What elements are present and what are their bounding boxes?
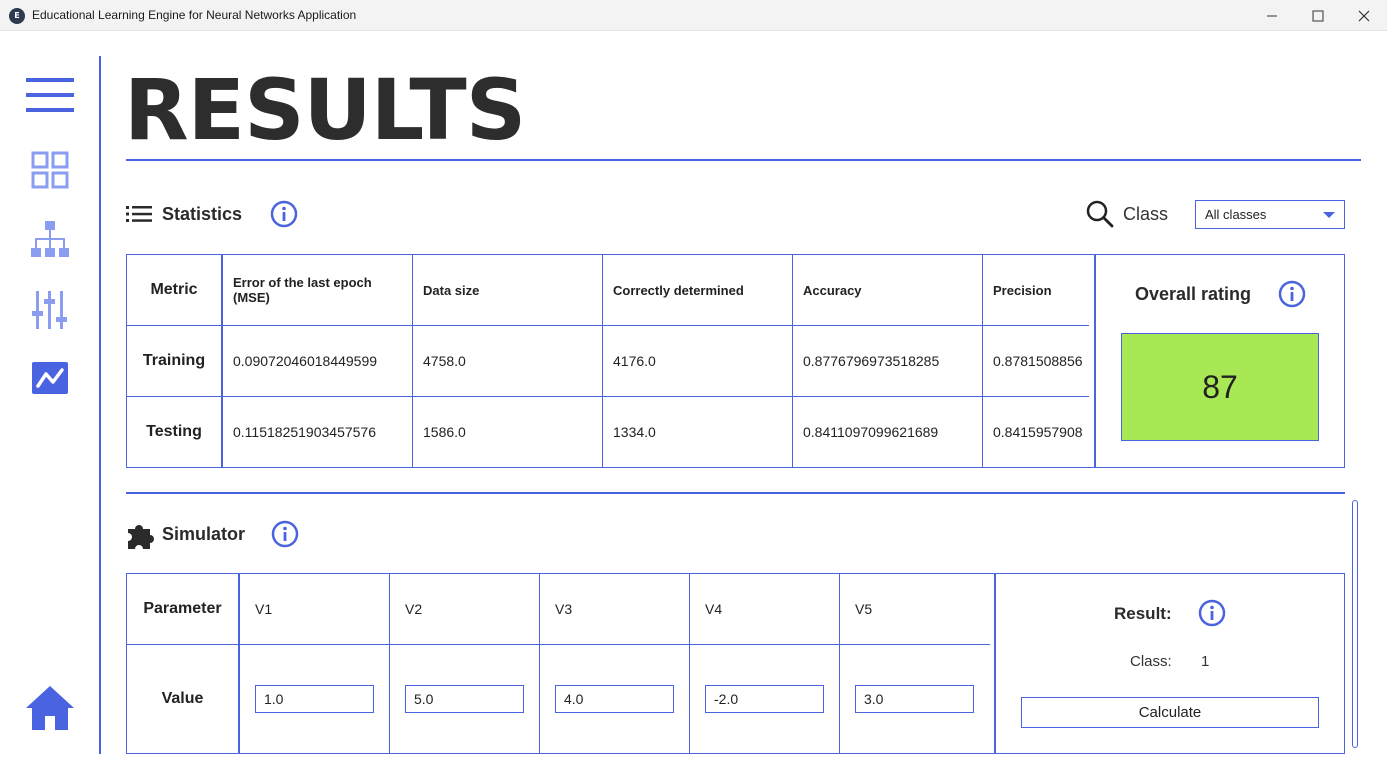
result-info-icon[interactable]: [1198, 599, 1226, 627]
sidebar-item-network[interactable]: [31, 221, 69, 263]
row-label-training: Training: [142, 352, 206, 369]
testing-accuracy: 0.8411097099621689: [803, 424, 939, 440]
chevron-down-icon: [1323, 212, 1335, 218]
table-header-precision: Precision: [993, 282, 1052, 298]
table-header-metric: Metric: [150, 281, 198, 298]
class-filter-value: All classes: [1205, 207, 1267, 222]
page-title: RESULTS: [124, 61, 526, 159]
training-mse: 0.09072046018449599: [233, 353, 378, 369]
sidebar-item-menu[interactable]: [26, 78, 74, 116]
simulator-value-header: Value: [161, 690, 204, 707]
sidebar-item-settings[interactable]: [32, 291, 68, 333]
simulator-info-icon[interactable]: [271, 520, 299, 548]
search-icon[interactable]: [1086, 200, 1114, 228]
network-tree-icon: [31, 221, 69, 257]
table-divider: [792, 254, 793, 468]
table-header-mse: Error of the last epoch (MSE): [233, 275, 372, 305]
sidebar-item-home[interactable]: [26, 684, 74, 736]
list-icon: [126, 206, 152, 222]
home-icon: [26, 686, 74, 730]
value-input-v1[interactable]: [255, 685, 374, 713]
overall-rating-value: 87: [1121, 333, 1319, 441]
table-divider: [539, 573, 540, 754]
overall-rating-label: Overall rating: [1135, 284, 1252, 304]
testing-data-size: 1586.0: [423, 424, 466, 440]
training-correct: 4176.0: [613, 353, 656, 369]
table-divider: [689, 573, 690, 754]
sidebar-item-dashboard[interactable]: [31, 151, 69, 193]
table-divider: [221, 254, 223, 468]
testing-correct: 1334.0: [613, 424, 656, 440]
simulator-parameter-header: Parameter: [143, 600, 222, 617]
table-header-correct: Correctly determined: [613, 282, 744, 298]
class-filter-label: Class: [1123, 204, 1169, 224]
row-label-testing: Testing: [146, 423, 202, 440]
param-v3: V3: [555, 601, 573, 617]
training-data-size: 4758.0: [423, 353, 466, 369]
param-v5: V5: [855, 601, 873, 617]
table-header-data-size: Data size: [423, 282, 480, 298]
table-divider: [1094, 254, 1096, 468]
chart-line-icon: [32, 362, 68, 394]
param-v1: V1: [255, 601, 273, 617]
testing-precision: 0.8415957908: [993, 424, 1083, 440]
maximize-icon: [1312, 10, 1324, 22]
table-header-accuracy: Accuracy: [803, 282, 862, 298]
class-filter-select[interactable]: All classes: [1195, 200, 1345, 229]
sidebar-divider: [99, 56, 101, 754]
grid-icon: [31, 151, 69, 189]
close-icon: [1358, 10, 1370, 22]
maximize-button[interactable]: [1295, 0, 1341, 31]
table-divider: [602, 254, 603, 468]
table-divider: [839, 573, 840, 754]
testing-mse: 0.11518251903457576: [233, 424, 377, 440]
table-divider: [126, 644, 990, 645]
param-v4: V4: [705, 601, 723, 617]
hamburger-menu-icon: [26, 78, 74, 112]
sliders-icon: [32, 291, 67, 329]
training-accuracy: 0.8776796973518285: [803, 353, 940, 369]
simulator-heading: Simulator: [162, 524, 246, 544]
statistics-info-icon[interactable]: [270, 200, 298, 228]
table-divider: [412, 254, 413, 468]
table-divider: [994, 573, 996, 754]
training-precision: 0.8781508856: [993, 353, 1083, 369]
rating-info-icon[interactable]: [1278, 280, 1306, 308]
window-titlebar: E Educational Learning Engine for Neural…: [0, 0, 1387, 31]
table-divider: [982, 254, 983, 468]
minimize-icon: [1267, 15, 1277, 17]
table-divider: [238, 573, 240, 754]
window-title: Educational Learning Engine for Neural N…: [32, 8, 357, 22]
app-logo-icon: E: [9, 8, 25, 24]
value-input-v4[interactable]: [705, 685, 824, 713]
statistics-heading: Statistics: [162, 204, 243, 224]
class-result-label: Class:: [1130, 653, 1172, 670]
minimize-button[interactable]: [1249, 0, 1295, 31]
result-label: Result:: [1114, 604, 1172, 623]
calculate-button[interactable]: Calculate: [1021, 697, 1319, 728]
value-input-v2[interactable]: [405, 685, 524, 713]
close-button[interactable]: [1341, 0, 1387, 31]
class-result-value: 1: [1201, 653, 1210, 670]
param-v2: V2: [405, 601, 423, 617]
section-divider: [126, 492, 1345, 494]
value-input-v3[interactable]: [555, 685, 674, 713]
table-divider: [389, 573, 390, 754]
value-input-v5[interactable]: [855, 685, 974, 713]
title-divider: [126, 159, 1361, 161]
sidebar-item-results[interactable]: [32, 362, 68, 398]
puzzle-icon: [128, 525, 154, 549]
vertical-scrollbar[interactable]: [1352, 500, 1358, 748]
